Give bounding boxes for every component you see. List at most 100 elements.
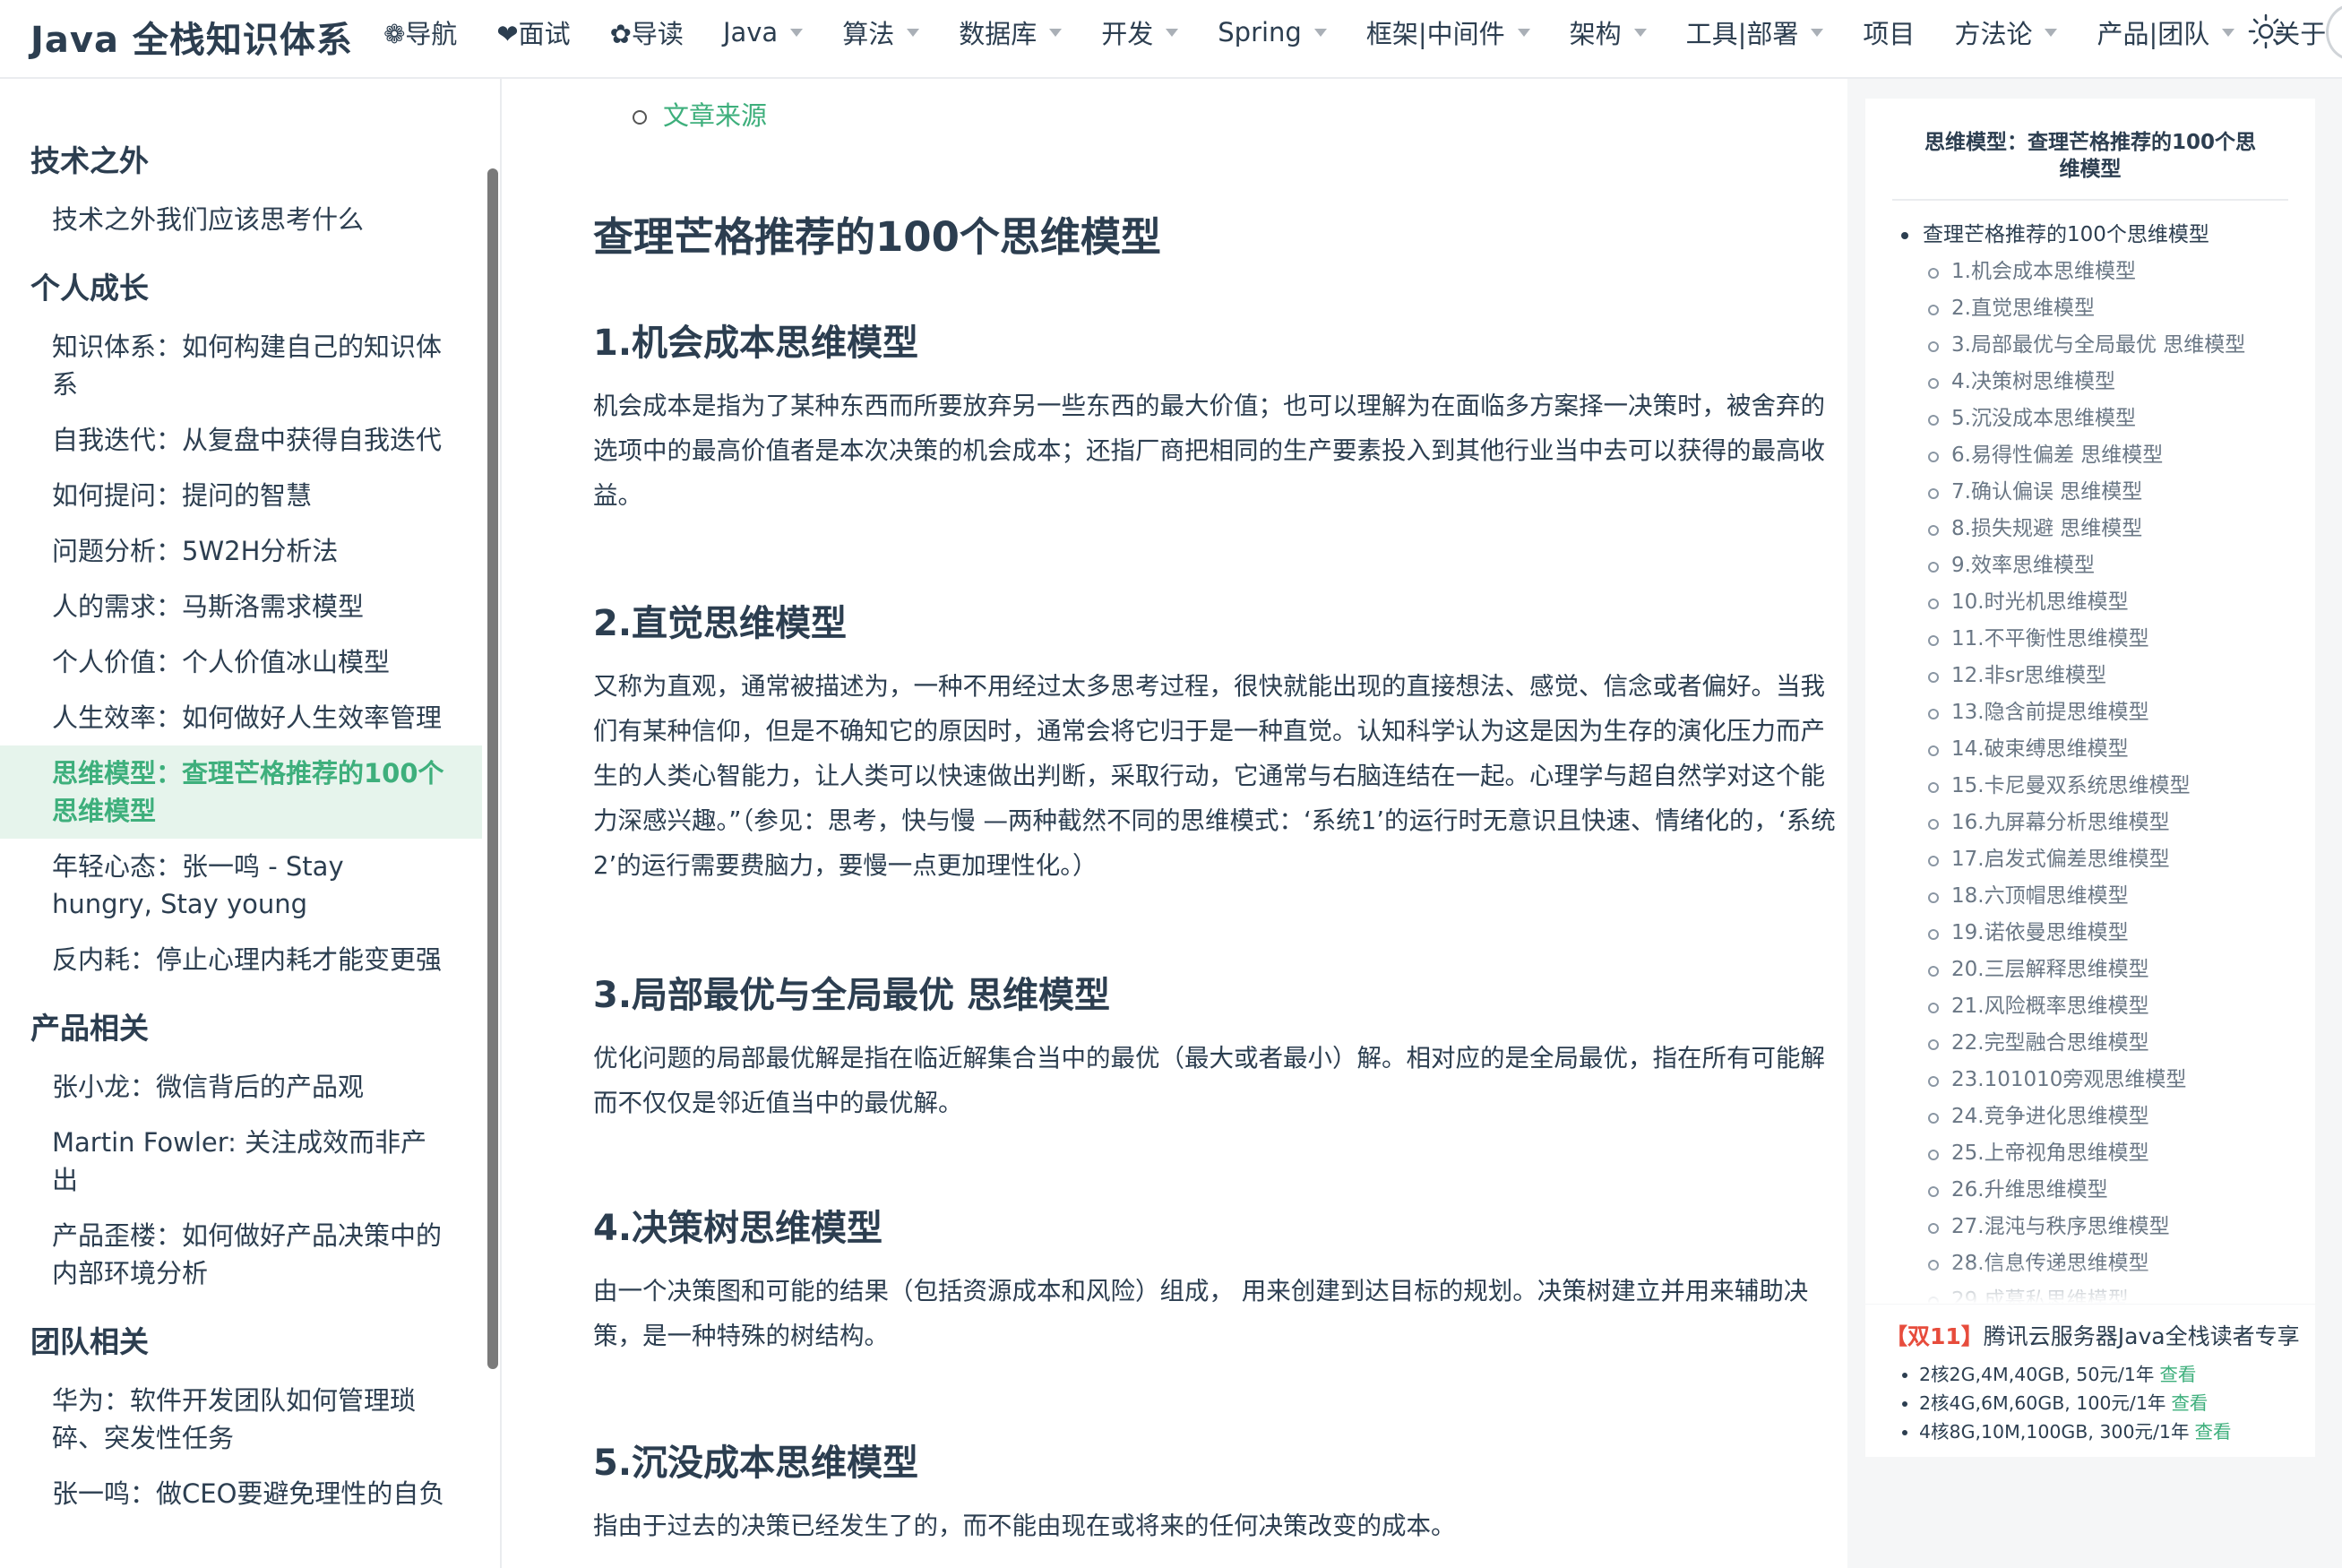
nav-item[interactable]: 算法 xyxy=(842,13,920,51)
sidebar-group-title: 团队相关 xyxy=(30,1324,149,1359)
sidebar-item[interactable]: 张小龙：微信背后的产品观 xyxy=(0,1059,482,1115)
nav-item-label: 算法 xyxy=(842,19,895,49)
nav-item-label: 项目 xyxy=(1863,19,1916,49)
toc-item[interactable]: 6.易得性偏差 思维模型 xyxy=(1865,437,2315,474)
sidebar-group: 产品相关 张小龙：微信背后的产品观 Martin Fowler: 关注成效而非产出产… xyxy=(0,987,500,1301)
toc-item[interactable]: 20.三层解释思维模型 xyxy=(1865,952,2315,988)
sidebar-item[interactable]: 华为：软件开发团队如何管理琐碎、突发性任务 xyxy=(0,1373,482,1466)
nav-item[interactable]: ❤面试 xyxy=(496,13,570,51)
sidebar-item[interactable]: 技术之外我们应该思考什么 xyxy=(0,192,482,247)
toc-item-label: 21.风险概率思维模型 xyxy=(1951,995,2149,1018)
toc-item[interactable]: 16.九屏幕分析思维模型 xyxy=(1865,805,2315,841)
source-link[interactable]: 文章来源 xyxy=(663,100,767,131)
nav-item-label: 产品|团队 xyxy=(2097,19,2210,49)
sidebar-item[interactable]: 自我迭代：从复盘中获得自我迭代 xyxy=(0,412,482,468)
sidebar-item[interactable]: 个人价值：个人价值冰山模型 xyxy=(0,634,482,690)
promo-offer-link[interactable]: 查看 xyxy=(2194,1421,2231,1443)
toc-item[interactable]: 1.机会成本思维模型 xyxy=(1865,254,2315,290)
toc-item[interactable]: 10.时光机思维模型 xyxy=(1865,584,2315,621)
nav-item[interactable]: 架构 xyxy=(1570,13,1647,51)
sidebar-item[interactable]: 人生效率：如何做好人生效率管理 xyxy=(0,690,482,745)
toc-item-label: 25.上帝视角思维模型 xyxy=(1951,1142,2149,1165)
toc-item[interactable]: 7.确认偏误 思维模型 xyxy=(1865,474,2315,511)
sidebar-item[interactable]: 张一鸣：做CEO要避免理性的自负 xyxy=(0,1466,482,1521)
nav-item[interactable]: 项目 xyxy=(1863,13,1915,51)
nav-item-label: 工具|部署 xyxy=(1685,19,1799,49)
article-title: 查理芒格推荐的100个思维模型 xyxy=(593,213,1161,261)
toc-item[interactable]: 11.不平衡性思维模型 xyxy=(1865,621,2315,658)
toc-fade xyxy=(1865,1262,2315,1304)
toc-item[interactable]: 25.上帝视角思维模型 xyxy=(1865,1135,2315,1172)
toc-item[interactable]: 26.升维思维模型 xyxy=(1865,1172,2315,1209)
sidebar-item[interactable]: 反内耗：停止心理内耗才能变更强 xyxy=(0,932,482,987)
nav-item[interactable]: ❁导航 xyxy=(383,13,457,51)
toc-item[interactable]: 15.卡尼曼双系统思维模型 xyxy=(1865,768,2315,805)
nav-item[interactable]: Spring xyxy=(1218,17,1327,47)
section-5: 5.沉没成本思维模型 指由于过去的决策已经发生了的，而不能由现在或将来的任何决策… xyxy=(593,1434,1847,1548)
toc-item[interactable]: 23.101010旁观思维模型 xyxy=(1865,1062,2315,1098)
promo-box: 【双11】腾讯云服务器Java全栈读者专享 2核2G,4M,40GB, 50元/… xyxy=(1865,1305,2315,1457)
toc-item[interactable]: 21.风险概率思维模型 xyxy=(1865,988,2315,1025)
toc-item-label: 3.局部最优与全局最优 思维模型 xyxy=(1951,333,2246,357)
toc-item-label: 17.启发式偏差思维模型 xyxy=(1951,848,2170,871)
toc-item[interactable]: 18.六顶帽思维模型 xyxy=(1865,878,2315,915)
promo-offer-link[interactable]: 查看 xyxy=(2159,1364,2196,1385)
nav-item[interactable]: 方法论 xyxy=(1954,13,2058,51)
section-heading: 2.直觉思维模型 xyxy=(593,603,848,644)
toc-item[interactable]: 8.损失规避 思维模型 xyxy=(1865,511,2315,547)
toc-item[interactable]: 17.启发式偏差思维模型 xyxy=(1865,841,2315,878)
sidebar-group-title: 个人成长 xyxy=(30,271,149,306)
toc-item[interactable]: 19.诺依曼思维模型 xyxy=(1865,915,2315,952)
section-body: 机会成本是指为了某种东西而所要放弃另一些东西的最大价值；也可以理解为在面临多方案… xyxy=(593,392,1825,510)
nav-item[interactable]: 开发 xyxy=(1101,13,1179,51)
nav-item[interactable]: 产品|团队 xyxy=(2097,13,2235,51)
sidebar-group-title: 技术之外 xyxy=(30,143,149,178)
sidebar-item[interactable]: 问题分析：5W2H分析法 xyxy=(0,523,482,579)
promo-title-text[interactable]: 腾讯云服务器Java全栈读者专享 xyxy=(1984,1323,2300,1349)
promo-title: 【双11】腾讯云服务器Java全栈读者专享 xyxy=(1865,1305,2315,1351)
chevron-down-icon xyxy=(1313,28,1327,37)
sidebar-item[interactable]: 如何提问：提问的智慧 xyxy=(0,468,482,523)
toc-item[interactable]: 12.非sr思维模型 xyxy=(1865,658,2315,694)
toc-item[interactable]: 4.决策树思维模型 xyxy=(1865,364,2315,401)
promo-offer-list: 2核2G,4M,40GB, 50元/1年查看2核4G,6M,60GB, 100元… xyxy=(1865,1360,2315,1446)
nav-item[interactable]: 框架|中间件 xyxy=(1366,13,1530,51)
nav-links: ❁导航 ❤面试 ✿导读 Java 算法 数据库 开发 Spring 框架|中间件 架构 工具|部署 项… xyxy=(383,0,2342,65)
toc-item-label: 7.确认偏误 思维模型 xyxy=(1951,480,2143,504)
nav-item-label: ❁导航 xyxy=(383,19,458,49)
nav-item-label: ✿导读 xyxy=(609,19,684,49)
source-link-item[interactable]: 文章来源 xyxy=(633,95,767,133)
sidebar-item[interactable]: 思维模型：查理芒格推荐的100个思维模型 xyxy=(0,745,482,839)
sidebar-group: 技术之外技术之外我们应该思考什么 xyxy=(0,79,500,247)
sidebar-item[interactable]: 知识体系：如何构建自己的知识体系 xyxy=(0,319,482,412)
toc-item[interactable]: 2.直觉思维模型 xyxy=(1865,290,2315,327)
sidebar-item[interactable]: Martin Fowler: 关注成效而非产出 xyxy=(0,1115,482,1208)
toc-item[interactable]: 5.沉没成本思维模型 xyxy=(1865,401,2315,437)
toc-item-label: 19.诺依曼思维模型 xyxy=(1951,921,2129,944)
toc-item[interactable]: 22.完型融合思维模型 xyxy=(1865,1025,2315,1062)
toc-item-label: 10.时光机思维模型 xyxy=(1951,590,2129,614)
nav-item[interactable]: Java xyxy=(723,17,804,47)
site-brand[interactable]: Java 全栈知识体系 xyxy=(30,11,353,63)
section-2: 2.直觉思维模型 又称为直观，通常被描述为，一种不用经过太多思考过程，很快就能出… xyxy=(593,594,1847,888)
nav-item[interactable]: 工具|部署 xyxy=(1686,13,1824,51)
sidebar-item[interactable]: 人的需求：马斯洛需求模型 xyxy=(0,579,482,634)
toc-item[interactable]: 3.局部最优与全局最优 思维模型 xyxy=(1865,327,2315,364)
promo-offer: 2核4G,6M,60GB, 100元/1年查看 xyxy=(1919,1389,2315,1417)
sun-icon[interactable] xyxy=(2247,13,2285,50)
promo-offer-link[interactable]: 查看 xyxy=(2171,1392,2208,1414)
toc-item-label: 16.九屏幕分析思维模型 xyxy=(1951,811,2170,834)
toc-item[interactable]: 13.隐含前提思维模型 xyxy=(1865,694,2315,731)
sidebar-item[interactable]: 产品歪楼：如何做好产品决策中的内部环境分析 xyxy=(0,1208,482,1301)
section-body: 由一个决策图和可能的结果（包括资源成本和风险）组成， 用来创建到达目标的规划。决… xyxy=(593,1277,1809,1350)
toc-item[interactable]: 24.竞争进化思维模型 xyxy=(1865,1098,2315,1135)
toc-top-item[interactable]: 查理芒格推荐的100个思维模型 xyxy=(1865,217,2315,254)
toc-item[interactable]: 27.混沌与秩序思维模型 xyxy=(1865,1209,2315,1245)
toc-item[interactable]: 9.效率思维模型 xyxy=(1865,547,2315,584)
sidebar-scrollbar[interactable] xyxy=(487,168,498,1369)
sidebar-item[interactable]: 年轻心态：张一鸣 - Stay hungry, Stay young xyxy=(0,839,482,932)
toc-title: 思维模型：查理芒格推荐的100个思维模型 xyxy=(1892,99,2288,201)
toc-item[interactable]: 14.破束缚思维模型 xyxy=(1865,731,2315,768)
nav-item[interactable]: ✿导读 xyxy=(610,13,684,51)
nav-item[interactable]: 数据库 xyxy=(959,13,1063,51)
